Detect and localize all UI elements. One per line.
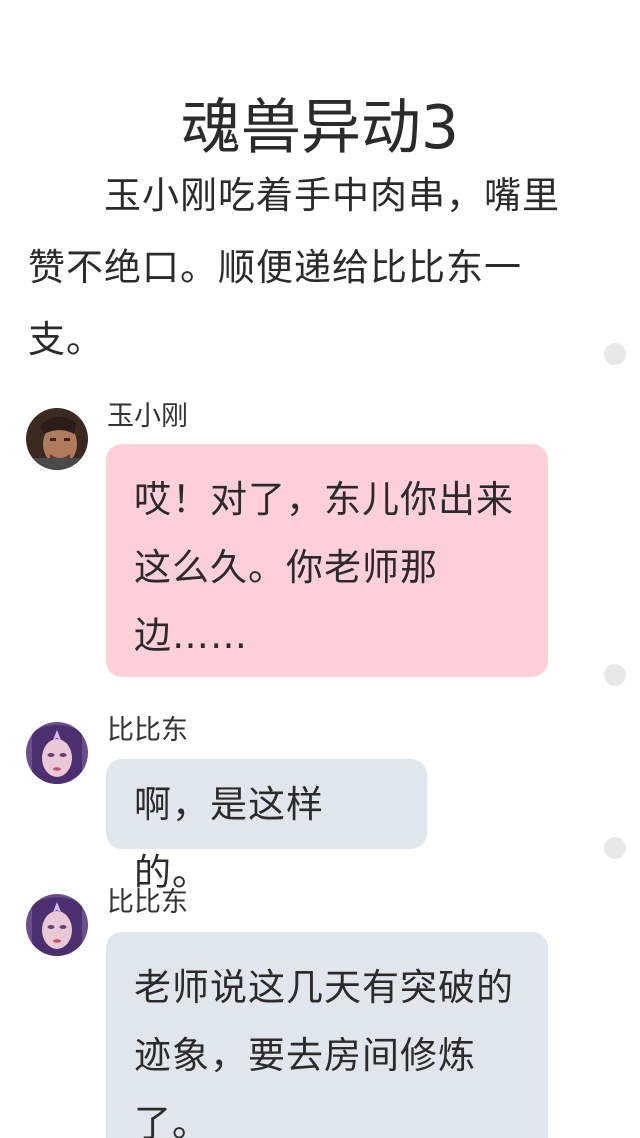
scroll-indicator-dot <box>604 343 626 365</box>
male-character-avatar-icon <box>26 408 88 470</box>
message-bubble: 老师说这几天有突破的迹象，要去房间修炼了。 <box>106 932 548 1138</box>
avatar[interactable] <box>26 722 88 784</box>
message-bubble: 啊，是这样的。 <box>106 759 427 894</box>
avatar[interactable] <box>26 894 88 956</box>
message-bubble: 哎！对了，东儿你出来这么久。你老师那边…… <box>106 444 548 677</box>
female-character-avatar-icon <box>26 894 88 956</box>
sender-name: 比比东 <box>107 887 188 918</box>
female-character-avatar-icon <box>26 722 88 784</box>
page-title: 魂兽异动3 <box>180 93 460 164</box>
narration-paragraph: 玉小刚吃着手中肉串，嘴里赞不绝口。顺便递给比比东一支。 <box>28 174 560 361</box>
chat-message: 玉小刚 哎！对了，东儿你出来这么久。你老师那边…… <box>0 400 640 680</box>
sender-name: 比比东 <box>107 715 188 746</box>
sender-name: 玉小刚 <box>107 401 188 432</box>
chat-message: 比比东 老师说这几天有突破的迹象，要去房间修炼了。 <box>0 886 640 1138</box>
avatar[interactable] <box>26 408 88 470</box>
chat-message: 比比东 啊，是这样的。 <box>0 714 640 894</box>
